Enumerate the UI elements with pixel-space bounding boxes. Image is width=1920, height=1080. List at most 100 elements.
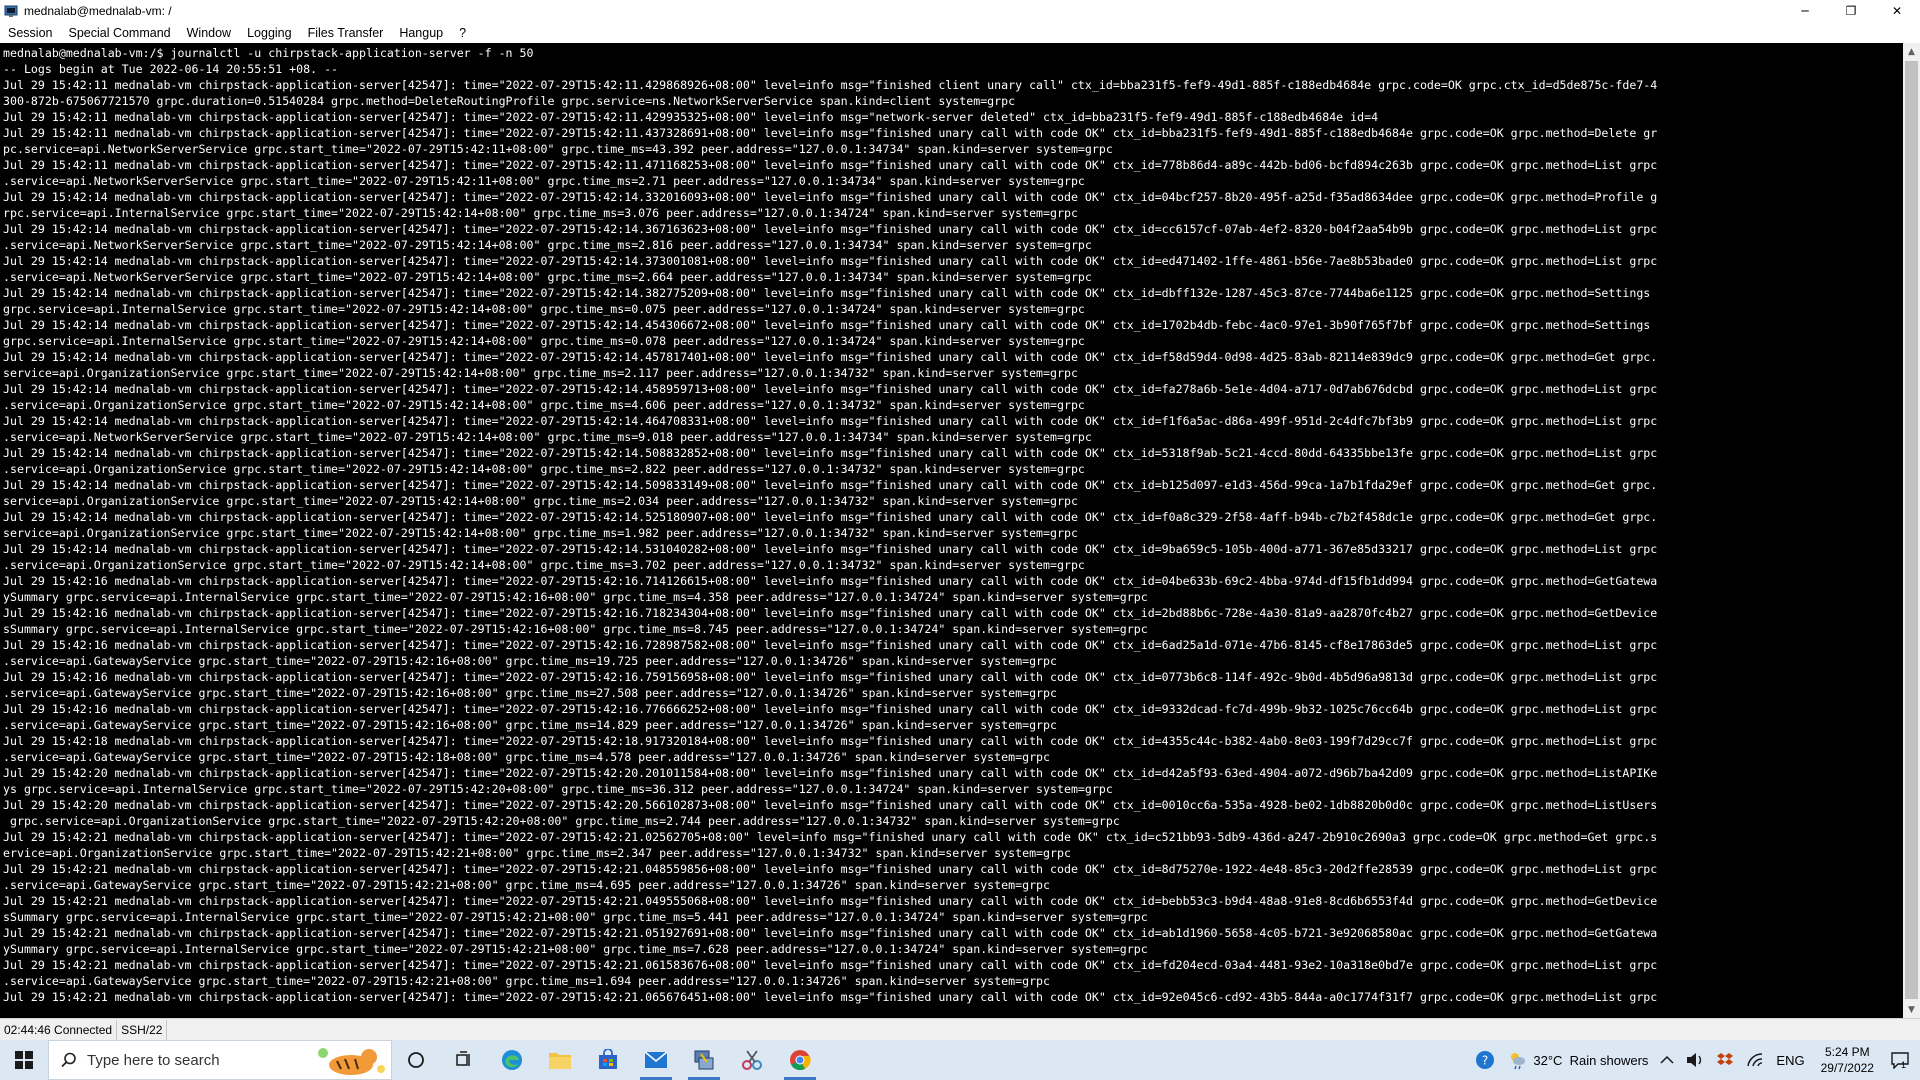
taskbar-store[interactable] (584, 1040, 632, 1080)
terminal-output[interactable]: mednalab@mednalab-vm:/$ journalctl -u ch… (0, 43, 1903, 1018)
chrome-browser-icon (790, 1050, 811, 1071)
kitty-terminal-icon (4, 5, 18, 17)
tray-show-hidden[interactable] (1654, 1040, 1680, 1080)
taskbar-file-explorer[interactable] (536, 1040, 584, 1080)
windows-logo-icon (15, 1051, 33, 1069)
scroll-thumb[interactable] (1905, 61, 1918, 999)
wifi-icon (1747, 1053, 1763, 1067)
tray-help[interactable]: ? (1469, 1040, 1501, 1080)
terminal-line: Jul 29 15:42:21 mednalab-vm chirpstack-a… (3, 862, 1658, 876)
tray-weather[interactable]: 32°C Rain showers (1501, 1040, 1654, 1080)
terminal-line: Jul 29 15:42:14 mednalab-vm chirpstack-a… (3, 350, 1658, 364)
scroll-up-arrow[interactable]: ▲ (1903, 43, 1920, 60)
terminal-line: grpc.service=api.InternalService grpc.st… (3, 302, 1085, 316)
terminal-line: sSummary grpc.service=api.InternalServic… (3, 622, 1148, 636)
maximize-button[interactable]: ❐ (1828, 0, 1874, 22)
task-view-icon (456, 1051, 470, 1066)
taskbar-edge[interactable] (488, 1040, 536, 1080)
terminal-line: Jul 29 15:42:18 mednalab-vm chirpstack-a… (3, 734, 1658, 748)
task-view-button[interactable] (440, 1040, 488, 1080)
terminal-line: ySummary grpc.service=api.InternalServic… (3, 942, 1148, 956)
notification-count: 1 (1900, 1059, 1906, 1070)
notification-center-button[interactable]: 1 (1884, 1040, 1920, 1080)
menu-special-command[interactable]: Special Command (60, 26, 178, 40)
putty-terminal-icon (694, 1050, 714, 1070)
minimize-button[interactable]: ─ (1782, 0, 1828, 22)
system-tray: ? 32°C Rain showers ENG 5:24 PM 29/7/202… (1469, 1040, 1920, 1080)
clock-time: 5:24 PM (1824, 1045, 1870, 1059)
terminal-line: Jul 29 15:42:14 mednalab-vm chirpstack-a… (3, 254, 1658, 268)
terminal-line: Jul 29 15:42:21 mednalab-vm chirpstack-a… (3, 958, 1658, 972)
menu-window[interactable]: Window (179, 26, 239, 40)
title-bar: mednalab@mednalab-vm: / ─ ❐ ✕ (0, 0, 1920, 22)
terminal-line: Jul 29 15:42:14 mednalab-vm chirpstack-a… (3, 190, 1658, 204)
terminal-line: .service=api.NetworkServerService grpc.s… (3, 430, 1092, 444)
clock-date: 29/7/2022 (1820, 1061, 1874, 1075)
start-button[interactable] (0, 1040, 48, 1080)
terminal-line: Jul 29 15:42:21 mednalab-vm chirpstack-a… (3, 990, 1658, 1004)
menu-logging[interactable]: Logging (239, 26, 300, 40)
terminal-line: .service=api.GatewayService grpc.start_t… (3, 718, 1057, 732)
search-icon (61, 1052, 76, 1068)
terminal-line: Jul 29 15:42:16 mednalab-vm chirpstack-a… (3, 702, 1658, 716)
menu-files-transfer[interactable]: Files Transfer (300, 26, 392, 40)
terminal-line: rpc.service=api.InternalService grpc.sta… (3, 206, 1078, 220)
terminal-line: .service=api.GatewayService grpc.start_t… (3, 878, 1051, 892)
terminal-line: Jul 29 15:42:16 mednalab-vm chirpstack-a… (3, 606, 1658, 620)
terminal-line: Jul 29 15:42:14 mednalab-vm chirpstack-a… (3, 222, 1658, 236)
svg-text:?: ? (1482, 1054, 1488, 1068)
status-bar: 02:44:46 Connected SSH/22 (0, 1018, 1920, 1041)
menu-hangup[interactable]: Hangup (391, 26, 451, 40)
terminal-line: Jul 29 15:42:14 mednalab-vm chirpstack-a… (3, 414, 1658, 428)
scroll-down-arrow[interactable]: ▼ (1903, 1001, 1920, 1018)
chevron-down-icon: ▼ (1908, 1004, 1915, 1015)
taskbar-chrome[interactable] (776, 1040, 824, 1080)
tray-clock[interactable]: 5:24 PM 29/7/2022 (1811, 1044, 1884, 1076)
terminal-line: -- Logs begin at Tue 2022-06-14 20:55:51… (3, 62, 339, 76)
close-icon: ✕ (1891, 4, 1903, 18)
menu-help[interactable]: ? (451, 26, 474, 40)
close-button[interactable]: ✕ (1874, 0, 1920, 22)
terminal-line: pc.service=api.NetworkServerService grpc… (3, 142, 1113, 156)
taskbar-terminal-app[interactable] (680, 1040, 728, 1080)
cortana-circle-icon (408, 1052, 424, 1068)
tray-dropbox[interactable] (1710, 1040, 1740, 1080)
mail-icon (644, 1051, 668, 1068)
terminal-line: mednalab@mednalab-vm:/$ journalctl -u ch… (3, 46, 534, 60)
terminal-line: Jul 29 15:42:11 mednalab-vm chirpstack-a… (3, 110, 1379, 124)
tray-wifi[interactable] (1740, 1040, 1770, 1080)
speaker-volume-icon (1687, 1053, 1702, 1067)
terminal-line: Jul 29 15:42:14 mednalab-vm chirpstack-a… (3, 510, 1658, 524)
snipping-scissors-icon (742, 1050, 762, 1070)
taskbar-mail[interactable] (632, 1040, 680, 1080)
taskbar-snipping-tool[interactable] (728, 1040, 776, 1080)
terminal-line: .service=api.GatewayService grpc.start_t… (3, 750, 1051, 764)
minimize-icon: ─ (1801, 4, 1809, 18)
terminal-line: .service=api.NetworkServerService grpc.s… (3, 238, 1092, 252)
search-highlight-tiger-icon (318, 1048, 385, 1075)
chevron-up-icon: ▲ (1908, 46, 1915, 57)
cortana-button[interactable] (392, 1040, 440, 1080)
menu-session[interactable]: Session (0, 26, 60, 40)
terminal-line: Jul 29 15:42:20 mednalab-vm chirpstack-a… (3, 766, 1658, 780)
terminal-line: service=api.OrganizationService grpc.sta… (3, 494, 1078, 508)
search-placeholder: Type here to search (87, 1051, 220, 1069)
vertical-scrollbar[interactable]: ▲ ▼ (1903, 43, 1920, 1018)
terminal-line: ySummary grpc.service=api.InternalServic… (3, 590, 1148, 604)
weather-text: 32°C Rain showers (1533, 1052, 1649, 1068)
terminal-line: Jul 29 15:42:21 mednalab-vm chirpstack-a… (3, 926, 1658, 940)
terminal-line: Jul 29 15:42:16 mednalab-vm chirpstack-a… (3, 670, 1658, 684)
terminal-line: Jul 29 15:42:14 mednalab-vm chirpstack-a… (3, 446, 1658, 460)
restore-icon: ❐ (1845, 4, 1857, 18)
menu-bar: Session Special Command Window Logging F… (0, 22, 1920, 43)
taskbar-search-box[interactable]: Type here to search (48, 1040, 392, 1080)
dropbox-icon (1717, 1053, 1734, 1065)
terminal-line: 300-872b-675067721570 grpc.duration=0.51… (3, 94, 1016, 108)
terminal-line: .service=api.NetworkServerService grpc.s… (3, 270, 1092, 284)
terminal-line: Jul 29 15:42:21 mednalab-vm chirpstack-a… (3, 830, 1658, 844)
tray-language[interactable]: ENG (1770, 1040, 1810, 1080)
terminal-line: grpc.service=api.InternalService grpc.st… (3, 334, 1085, 348)
tray-volume[interactable] (1680, 1040, 1710, 1080)
terminal-line: service=api.OrganizationService grpc.sta… (3, 526, 1078, 540)
terminal-line: .service=api.OrganizationService grpc.st… (3, 558, 1085, 572)
